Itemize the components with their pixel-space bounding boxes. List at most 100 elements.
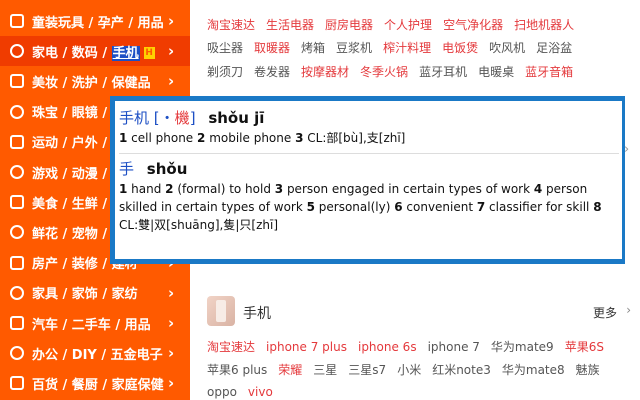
category-link[interactable]: 取暖器 [254, 41, 290, 55]
beauty-icon [10, 74, 24, 89]
category-link[interactable]: vivo [248, 385, 273, 399]
sidebar-category-item[interactable]: 办公 / DIY / 五金电子 › [0, 338, 190, 368]
category-link[interactable]: 足浴盆 [536, 41, 572, 55]
sidebar-category-item[interactable]: 汽车 / 二手车 / 用品 › [0, 308, 190, 338]
category-link[interactable]: 小米 [397, 363, 421, 377]
category-link[interactable]: 扫地机器人 [514, 18, 574, 32]
dictionary-popup: 手机 [・機] shǒu jī 1 cell phone 2 mobile ph… [110, 96, 625, 264]
category-link[interactable]: 吸尘器 [207, 41, 243, 55]
category-link[interactable]: 冬季火锅 [360, 65, 408, 79]
furniture-icon [10, 285, 24, 300]
hot-badge: H [143, 47, 155, 60]
link-row: 苹果6 plus 荣耀 三星 三星s7 小米 红米note3 华为mate8 魅族 [207, 361, 611, 383]
dict-entry-shouji: 手机 [・機] shǒu jī 1 cell phone 2 mobile ph… [119, 107, 619, 147]
jewelry-icon [10, 104, 24, 119]
category-link[interactable]: iphone 6s [358, 340, 417, 354]
sidebar-category-item[interactable]: 美妆 / 洗护 / 保健品 › [0, 66, 190, 96]
category-link[interactable]: 红米note3 [432, 363, 491, 377]
sidebar-category-label: 家具 / 家饰 / 家纺 [32, 287, 138, 303]
more-chevron-icon[interactable]: › [626, 303, 631, 317]
category-link[interactable]: 吹风机 [489, 41, 525, 55]
chevron-right-icon: › [168, 344, 175, 363]
appliance-icon [10, 44, 24, 59]
category-link[interactable]: 生活电器 [266, 18, 314, 32]
category-link[interactable]: 厨房电器 [325, 18, 373, 32]
chevron-right-icon: › [168, 374, 175, 393]
category-link[interactable]: 三星 [313, 363, 337, 377]
category-link[interactable]: 苹果6S [565, 340, 604, 354]
house-icon [10, 255, 24, 270]
game-icon [10, 165, 24, 179]
phone-section-header: 手机 更多 › [207, 294, 637, 328]
phone-thumbnail-icon [207, 296, 235, 326]
dict-headword: 手机 [119, 109, 150, 127]
dict-bracket-close: ] [189, 109, 196, 127]
category-link[interactable]: 荣耀 [278, 363, 302, 377]
sidebar-category-label: 汽车 / 二手车 / 用品 [32, 317, 151, 333]
baby-icon [10, 14, 24, 28]
phone-section-title[interactable]: 手机 [243, 303, 271, 323]
sidebar-category-item[interactable]: 家具 / 家饰 / 家纺 › [0, 278, 190, 308]
category-link[interactable]: 华为mate9 [491, 340, 554, 354]
category-link[interactable]: iphone 7 [428, 340, 480, 354]
sidebar-category-label: 办公 / DIY / 五金电子 [32, 347, 163, 363]
category-link[interactable]: 蓝牙音箱 [525, 65, 573, 79]
category-link[interactable]: 电饭煲 [442, 41, 478, 55]
home-goods-icon [10, 376, 24, 391]
category-link[interactable]: 剃须刀 [207, 65, 243, 79]
sidebar-category-label: 童装玩具 / 孕产 / 用品 [32, 15, 164, 31]
chevron-right-icon: › [168, 283, 175, 302]
category-link[interactable]: 烤箱 [301, 41, 325, 55]
link-row: 剃须刀 卷发器 按摩器材 冬季火锅 蓝牙耳机 电暖桌 蓝牙音箱 [207, 63, 584, 85]
dict-entry-shou: 手 shǒu 1 hand 2 (formal) to hold 3 perso… [119, 158, 619, 234]
category-link[interactable]: 淘宝速达 [207, 340, 255, 354]
more-link[interactable]: 更多 [593, 304, 617, 321]
link-row: 吸尘器 取暖器 烤箱 豆浆机 榨汁料理 电饭煲 吹风机 足浴盆 [207, 39, 583, 61]
sports-icon [10, 134, 24, 149]
food-icon [10, 195, 24, 210]
dict-divider [119, 153, 619, 154]
category-link[interactable]: 榨汁料理 [383, 41, 431, 55]
dict-definition: 1 cell phone 2 mobile phone 3 CL:部[bù],支… [119, 131, 406, 145]
category-link[interactable]: 华为mate8 [502, 363, 565, 377]
category-link[interactable]: oppo [207, 385, 237, 399]
dict-dot: ・ [159, 109, 175, 127]
chevron-right-icon: › [168, 12, 175, 30]
dictionary-popup-body: 手机 [・機] shǒu jī 1 cell phone 2 mobile ph… [115, 101, 622, 259]
dict-headline: 手 shǒu [119, 158, 619, 180]
sidebar-category-item[interactable]: 百货 / 餐厨 / 家庭保健 › [0, 368, 190, 398]
category-link[interactable]: 按摩器材 [301, 65, 349, 79]
category-link[interactable]: 蓝牙耳机 [419, 65, 467, 79]
sidebar-category-item[interactable]: 童装玩具 / 孕产 / 用品 › [0, 6, 190, 36]
category-link[interactable]: 空气净化器 [443, 18, 503, 32]
chevron-right-icon: › [168, 314, 175, 332]
flower-icon [10, 225, 24, 240]
dict-pinyin: shǒu jī [208, 109, 265, 127]
category-link[interactable]: 魅族 [576, 363, 600, 377]
car-icon [10, 316, 24, 330]
category-link[interactable]: iphone 7 plus [266, 340, 347, 354]
category-link[interactable]: 卷发器 [254, 65, 290, 79]
chevron-right-icon: › [168, 42, 175, 61]
category-link[interactable]: 三星s7 [348, 363, 386, 377]
category-link[interactable]: 淘宝速达 [207, 18, 255, 32]
chevron-right-icon: › [168, 72, 175, 91]
link-row: oppo vivo [207, 385, 284, 400]
sidebar-category-item[interactable]: 家电 / 数码 / 手机 H › [0, 36, 190, 67]
link-row: 淘宝速达 生活电器 厨房电器 个人护理 空气净化器 扫地机器人 [207, 16, 585, 38]
selected-text-highlight: 手机 [111, 45, 140, 61]
category-link[interactable]: 个人护理 [384, 18, 432, 32]
category-link[interactable]: 电暖桌 [478, 65, 514, 79]
link-row: 淘宝速达 iphone 7 plus iphone 6s iphone 7 华为mate… [207, 338, 615, 360]
sidebar-category-label: 美妆 / 洗护 / 保健品 [32, 75, 151, 91]
dict-pinyin: shǒu [146, 160, 188, 178]
sidebar-category-label-text: 家电 / 数码 / [32, 45, 112, 61]
dict-traditional: 機 [174, 109, 190, 127]
category-link[interactable]: 豆浆机 [336, 41, 372, 55]
sidebar-category-label: 百货 / 餐厨 / 家庭保健 [32, 377, 164, 393]
category-link[interactable]: 苹果6 plus [207, 363, 267, 377]
dict-definition: 1 hand 2 (formal) to hold 3 person engag… [119, 182, 602, 232]
office-icon [10, 346, 24, 361]
dict-headword: 手 [119, 160, 135, 178]
dict-headline: 手机 [・機] shǒu jī [119, 107, 619, 129]
